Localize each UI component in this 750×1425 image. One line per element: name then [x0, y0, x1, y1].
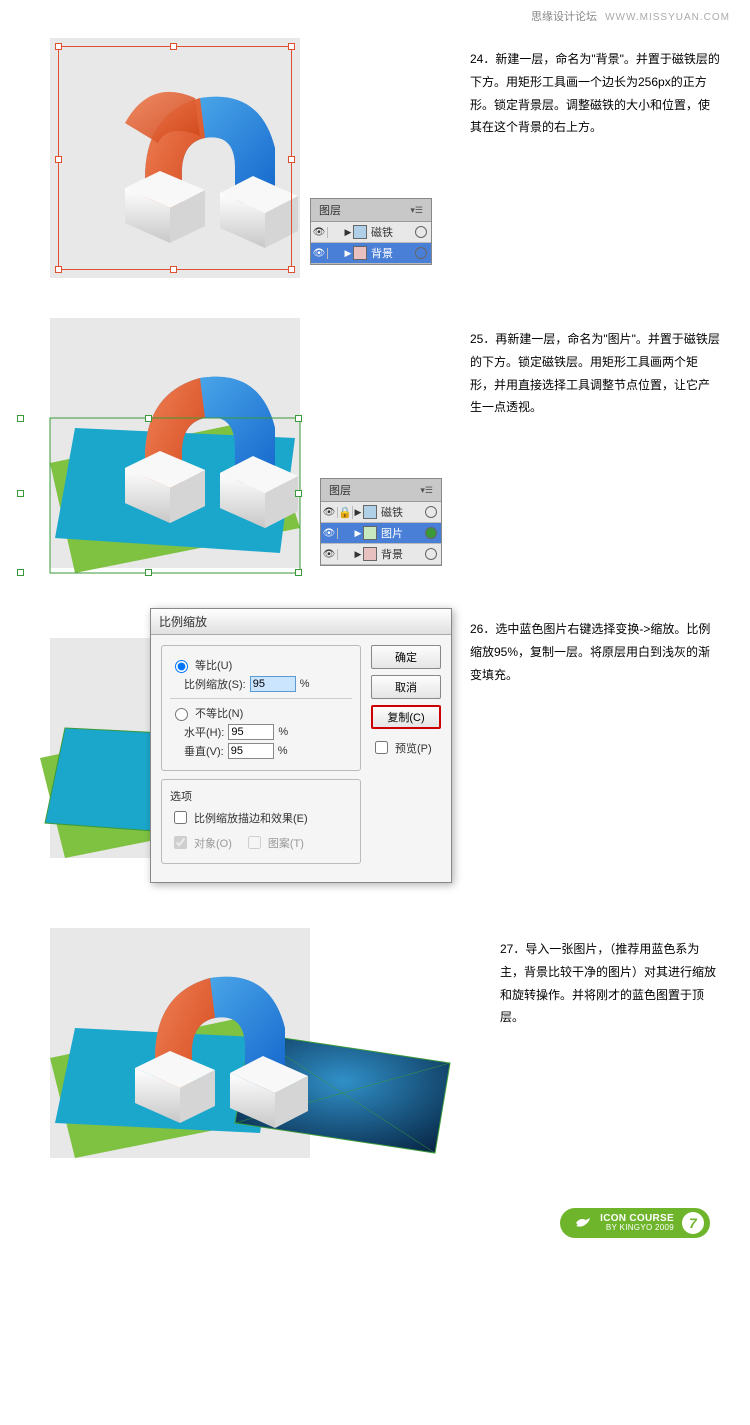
site-name-cn: 思缘设计论坛 — [531, 11, 597, 23]
copy-button[interactable]: 复制(C) — [371, 705, 441, 729]
layer-row-background[interactable]: 👁▶背景 — [311, 243, 431, 264]
options-label: 选项 — [170, 788, 352, 804]
preview-check[interactable]: 预览(P) — [371, 738, 441, 757]
v-input[interactable] — [228, 743, 274, 759]
pics-and-magnet — [20, 318, 330, 578]
bird-icon — [574, 1216, 592, 1230]
step-24: 图层 ▾☰ 👁▶磁铁 👁▶背景 24．新建一层，命名为"背景"。并置于磁铁层的下方… — [0, 28, 750, 308]
layer-row[interactable]: 👁▶图片 — [321, 523, 441, 544]
scale-field: 比例缩放(S): % — [170, 676, 352, 692]
cancel-button[interactable]: 取消 — [371, 675, 441, 699]
layer-row-magnet[interactable]: 👁▶磁铁 — [311, 222, 431, 243]
patterns-check: 图案(T) — [244, 833, 304, 852]
page-header: 思缘设计论坛 WWW.MISSYUAN.COM — [0, 0, 750, 28]
page-number: 7 — [682, 1212, 704, 1234]
layers-panel-25[interactable]: 图层 ▾☰ 👁🔒▶磁铁 👁▶图片 👁▶背景 — [320, 478, 442, 566]
step-27: 27．导入一张图片，（推荐用蓝色系为主，背景比较干净的图片）对其进行缩放和旋转操… — [0, 918, 750, 1188]
ok-button[interactable]: 确定 — [371, 645, 441, 669]
stroke-fx-check[interactable]: 比例缩放描边和效果(E) — [170, 808, 352, 827]
scale-input[interactable] — [250, 676, 296, 692]
nonuniform-radio[interactable]: 不等比(N) — [170, 705, 352, 721]
visibility-icon[interactable]: 👁 — [311, 227, 328, 238]
step-number: 24． — [470, 52, 495, 66]
step-number: 25． — [470, 332, 495, 346]
layer-row[interactable]: 👁▶背景 — [321, 544, 441, 565]
step-25: 图层 ▾☰ 👁🔒▶磁铁 👁▶图片 👁▶背景 25．再新建一层，命名为"图片"。并置… — [0, 308, 750, 598]
canvas-step27 — [50, 928, 310, 1158]
layers-tab-label[interactable]: 图层 — [319, 202, 341, 218]
course-badge: ICON COURSEBY KINGYO 2009 7 — [560, 1208, 710, 1238]
step-26: 比例缩放 等比(U) 比例缩放(S): % 不等比(N) 水平(H): % 垂直… — [0, 598, 750, 918]
canvas-step24 — [50, 38, 300, 278]
layers-panel[interactable]: 图层 ▾☰ 👁▶磁铁 👁▶背景 — [310, 198, 432, 265]
site-name-en: WWW.MISSYUAN.COM — [605, 12, 730, 23]
uniform-radio[interactable]: 等比(U) — [170, 657, 352, 673]
layer-row[interactable]: 👁🔒▶磁铁 — [321, 502, 441, 523]
scale-dialog[interactable]: 比例缩放 等比(U) 比例缩放(S): % 不等比(N) 水平(H): % 垂直… — [150, 608, 452, 883]
panel-menu-icon[interactable]: ▾☰ — [420, 485, 433, 496]
step-text: 导入一张图片，（推荐用蓝色系为主，背景比较干净的图片）对其进行缩放和旋转操作。并… — [500, 942, 716, 1024]
dialog-title: 比例缩放 — [151, 609, 451, 635]
step-text: 选中蓝色图片右键选择变换->缩放。比例缩放95%，复制一层。将原层用白到浅灰的渐… — [470, 622, 710, 682]
step-text: 再新建一层，命名为"图片"。并置于磁铁层的下方。锁定磁铁层。用矩形工具画两个矩形… — [470, 332, 720, 414]
h-input[interactable] — [228, 724, 274, 740]
step-number: 27． — [500, 942, 525, 956]
objects-check: 对象(O) — [170, 833, 232, 852]
selection-box — [58, 46, 292, 270]
page-footer: ICON COURSEBY KINGYO 2009 7 — [0, 1188, 750, 1258]
layers-tab-label[interactable]: 图层 — [329, 482, 351, 498]
visibility-icon[interactable]: 👁 — [311, 248, 328, 259]
canvas-step25 — [50, 318, 300, 568]
step-text: 新建一层，命名为"背景"。并置于磁铁层的下方。用矩形工具画一个边长为256px的… — [470, 52, 720, 134]
step-number: 26． — [470, 622, 495, 636]
badge-sub: BY KINGYO 2009 — [600, 1224, 674, 1233]
pics-and-magnet-27 — [40, 928, 460, 1168]
panel-menu-icon[interactable]: ▾☰ — [410, 205, 423, 216]
